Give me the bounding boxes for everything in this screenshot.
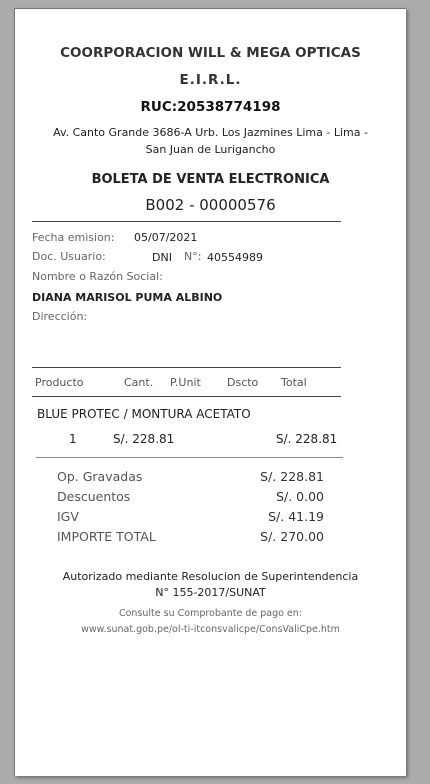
item-total: S/. 228.81 bbox=[276, 432, 338, 446]
total-label-discounts: Descuentos bbox=[57, 489, 131, 504]
divider bbox=[32, 367, 341, 368]
doc-label: Doc. Usuario: bbox=[32, 250, 106, 263]
divider bbox=[32, 221, 341, 222]
total-label-igv: IGV bbox=[57, 509, 79, 524]
customer-name-label: Nombre o Razón Social: bbox=[32, 270, 163, 283]
column-header-discount: Dscto bbox=[227, 376, 259, 389]
divider bbox=[36, 457, 343, 458]
customer-name-value: DIANA MARISOL PUMA ALBINO bbox=[32, 291, 223, 304]
column-header-product: Producto bbox=[35, 376, 84, 389]
doc-number-value: 40554989 bbox=[207, 251, 263, 264]
doc-type: DNI bbox=[152, 251, 172, 264]
company-name-line1: COORPORACION WILL & MEGA OPTICAS bbox=[60, 45, 361, 61]
item-description: BLUE PROTEC / MONTURA ACETATO bbox=[37, 407, 251, 421]
consult-note: Consulte su Comprobante de pago en: www.… bbox=[15, 606, 406, 638]
column-header-total: Total bbox=[281, 376, 307, 389]
authorization-note: Autorizado mediante Resolucion de Superi… bbox=[62, 570, 359, 599]
receipt-page: COORPORACION WILL & MEGA OPTICAS E.I.R.L… bbox=[14, 8, 406, 776]
company-address: Av. Canto Grande 3686-A Urb. Los Jazmine… bbox=[53, 126, 368, 156]
total-value-discounts: S/. 0.00 bbox=[276, 489, 324, 504]
total-value-igv: S/. 41.19 bbox=[268, 509, 324, 524]
column-header-unit-price: P.Unit bbox=[170, 376, 201, 389]
total-label-taxable: Op. Gravadas bbox=[57, 469, 143, 484]
doc-number-label: N°: bbox=[184, 250, 202, 263]
item-unit-price: S/. 228.81 bbox=[113, 432, 175, 446]
customer-address-label: Dirección: bbox=[32, 310, 88, 323]
company-ruc: RUC:20538774198 bbox=[140, 99, 281, 115]
total-value-taxable: S/. 228.81 bbox=[260, 469, 324, 484]
column-header-qty: Cant. bbox=[124, 376, 154, 389]
total-label-grand-total: IMPORTE TOTAL bbox=[57, 529, 156, 544]
date-value: 05/07/2021 bbox=[134, 231, 198, 244]
item-qty: 1 bbox=[69, 432, 77, 446]
consult-url: www.sunat.gob.pe/ol-ti-itconsvalicpe/Con… bbox=[81, 624, 340, 635]
consult-line1: Consulte su Comprobante de pago en: bbox=[118, 608, 303, 619]
date-label: Fecha emision: bbox=[32, 231, 115, 244]
total-value-grand-total: S/. 270.00 bbox=[260, 529, 324, 544]
document-number: B002 - 00000576 bbox=[145, 196, 276, 214]
document-type: BOLETA DE VENTA ELECTRONICA bbox=[91, 172, 330, 187]
company-name-line2: E.I.R.L. bbox=[179, 72, 242, 88]
divider bbox=[32, 396, 341, 397]
